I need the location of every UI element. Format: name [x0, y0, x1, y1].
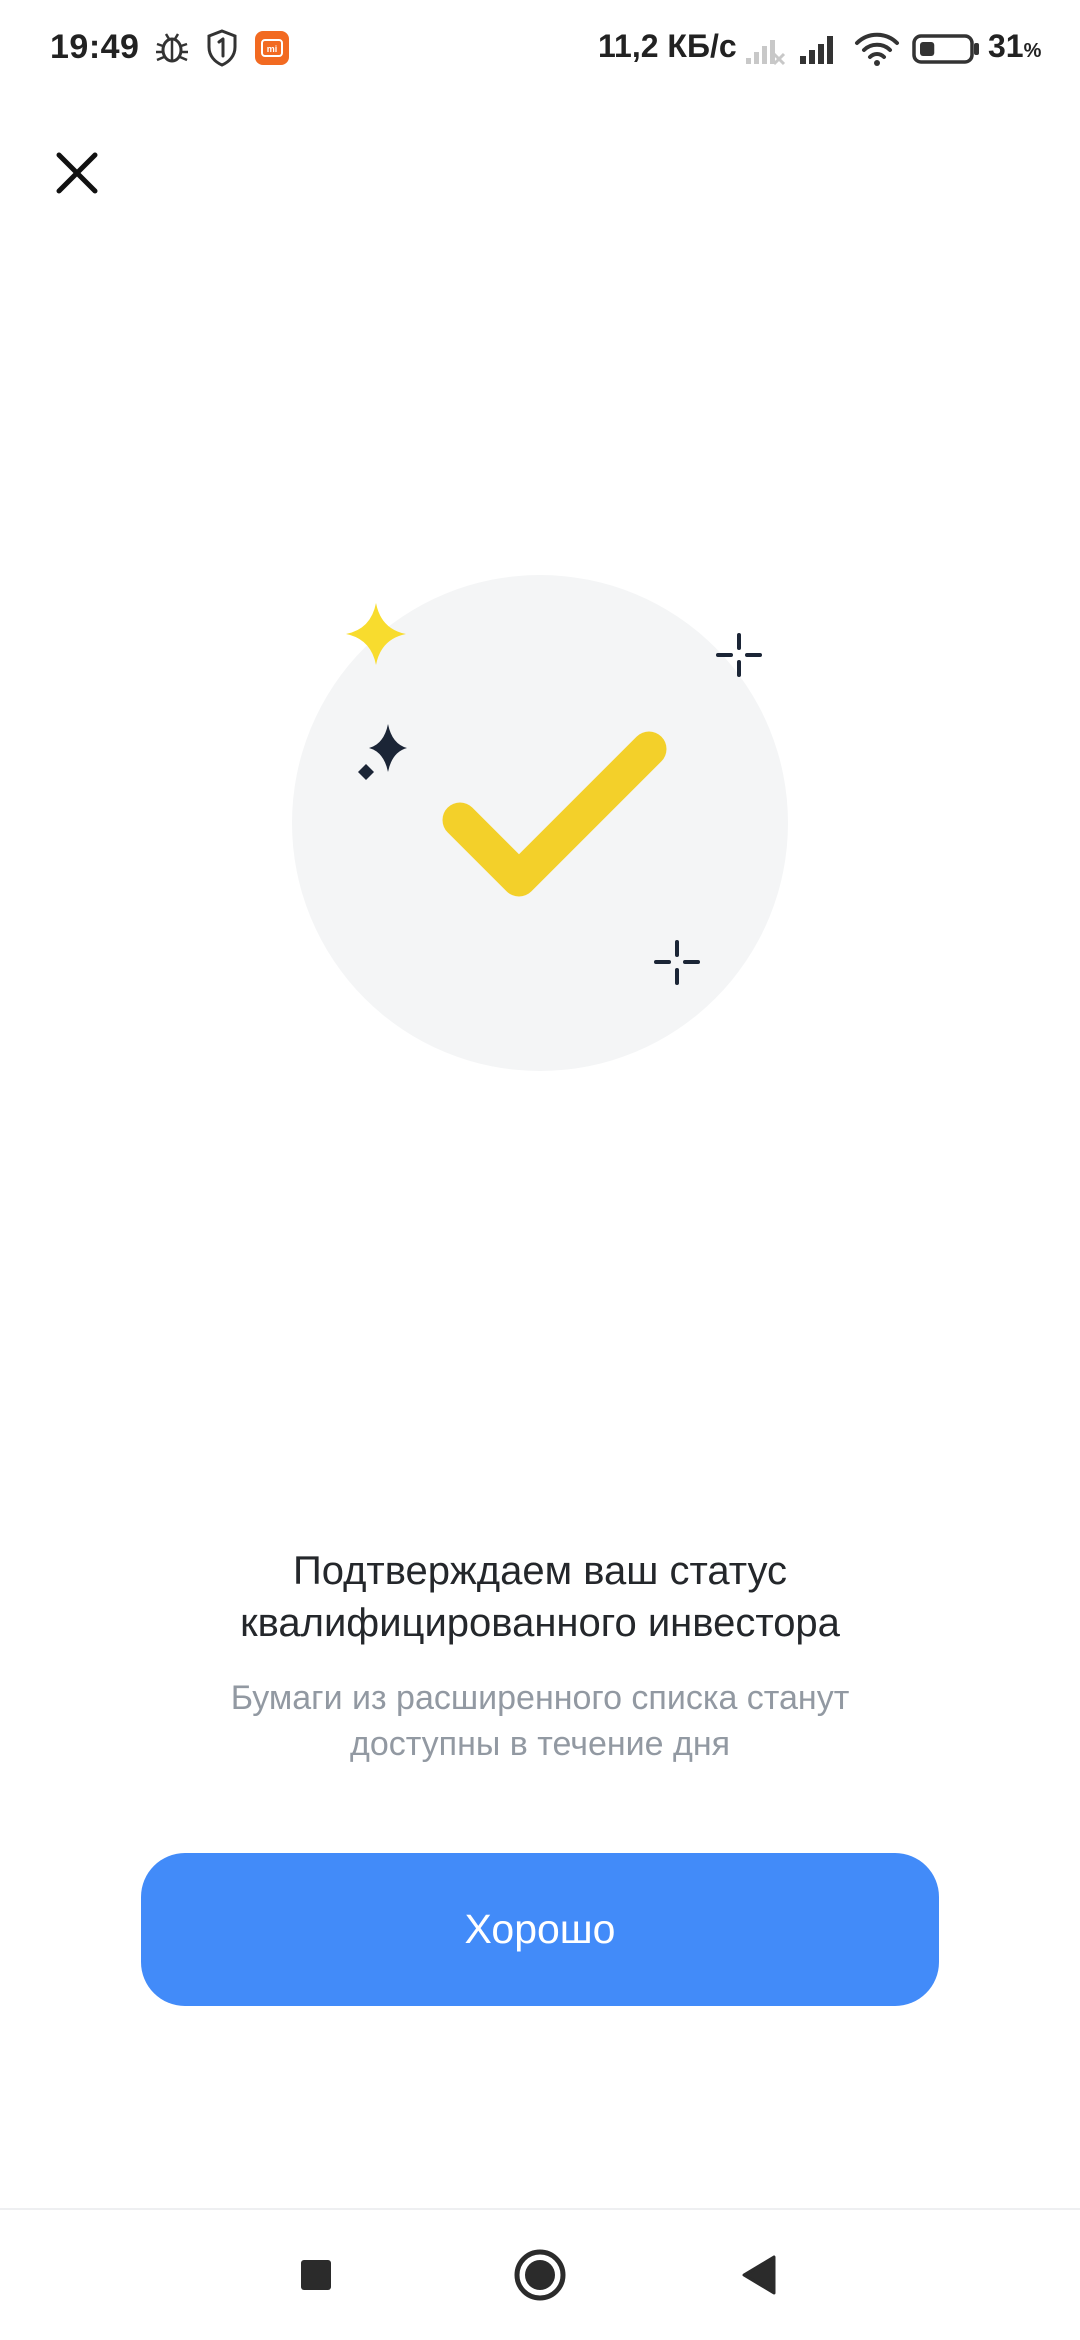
- back-button[interactable]: [700, 2210, 820, 2340]
- title-line-2: квалифицированного инвестора: [240, 1601, 840, 1645]
- subtitle-line-1: Бумаги из расширенного списка станут: [230, 1679, 850, 1717]
- triangle-back-icon: [742, 2255, 776, 2295]
- close-icon: [56, 152, 98, 194]
- battery-percent-sign: %: [1023, 40, 1042, 62]
- status-bar: 19:49 mi 11,2 КБ/с 31%: [0, 0, 1080, 96]
- ok-button[interactable]: Хорошо: [141, 1853, 939, 2006]
- wifi-icon: [855, 32, 899, 66]
- status-time: 19:49: [50, 28, 140, 66]
- recents-button[interactable]: [256, 2210, 376, 2340]
- home-button[interactable]: [480, 2210, 600, 2340]
- subtitle-line-2: доступны в течение дня: [349, 1725, 731, 1763]
- system-navigation-bar: [0, 2210, 1080, 2340]
- signal-icon: [800, 36, 833, 64]
- battery-percent: 31%: [988, 28, 1041, 65]
- network-speed: 11,2 КБ/с: [598, 28, 737, 64]
- usb-debug-icon: [156, 33, 188, 63]
- mi-app-icon: mi: [255, 31, 289, 65]
- success-illustration: [292, 575, 788, 1071]
- square-recents-icon: [301, 2260, 331, 2290]
- close-button[interactable]: [40, 138, 114, 212]
- illustration-circle: [292, 575, 788, 1071]
- battery-percent-value: 31: [988, 28, 1024, 64]
- battery-icon: [912, 34, 979, 64]
- circle-home-icon: [514, 2249, 566, 2301]
- confirmation-title: Подтверждаем ваш статус квалифицированно…: [60, 1545, 1020, 1649]
- shield-one-icon: [207, 29, 237, 67]
- confirmation-subtitle: Бумаги из расширенного списка станут дос…: [60, 1675, 1020, 1767]
- svg-text:mi: mi: [267, 44, 278, 54]
- no-signal-icon: [746, 40, 786, 66]
- title-line-1: Подтверждаем ваш статус: [292, 1549, 788, 1593]
